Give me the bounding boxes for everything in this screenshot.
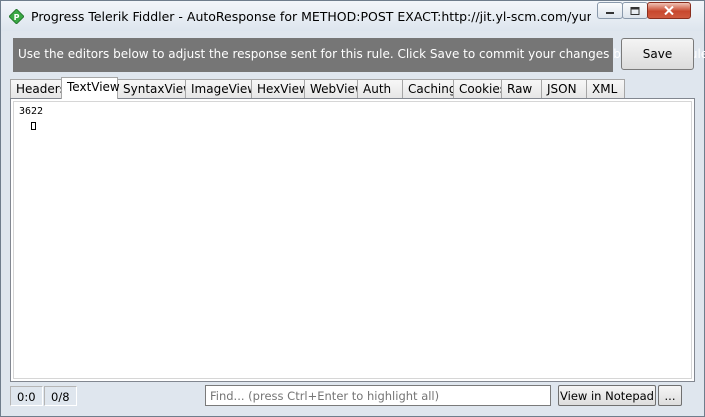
find-input[interactable] (205, 385, 551, 406)
window-title: Progress Telerik Fiddler - AutoResponse … (31, 9, 591, 24)
close-button[interactable] (647, 2, 691, 19)
tab-imageview[interactable]: ImageView (185, 79, 257, 98)
instructions-text: Use the editors below to adjust the resp… (18, 47, 705, 61)
tab-textview[interactable]: TextView (61, 77, 120, 99)
tab-cookies[interactable]: Cookies (453, 79, 506, 98)
more-options-button[interactable]: ... (658, 385, 682, 406)
save-button[interactable]: Save (621, 38, 694, 70)
autoresponse-editor-window: P Progress Telerik Fiddler - AutoRespons… (0, 0, 705, 417)
close-icon (664, 6, 674, 15)
tab-headers[interactable]: Headers (10, 79, 66, 98)
selection-count: 0/8 (44, 386, 77, 406)
editor-area[interactable]: 3622 (13, 101, 692, 379)
tab-xml[interactable]: XML (586, 79, 625, 98)
cursor-position: 0:0 (10, 386, 43, 406)
svg-text:P: P (14, 13, 20, 22)
tab-syntaxview[interactable]: SyntaxView (117, 79, 193, 98)
maximize-icon (630, 6, 640, 15)
tab-hexview[interactable]: HexView (251, 79, 309, 98)
instructions-banner: Use the editors below to adjust the resp… (13, 38, 705, 72)
minimize-button[interactable] (597, 2, 623, 19)
fiddler-app-icon: P (9, 9, 24, 24)
text-caret (31, 122, 36, 130)
editor-content: 3622 (19, 106, 44, 117)
title-bar[interactable]: P Progress Telerik Fiddler - AutoRespons… (1, 1, 704, 31)
status-bar: 0:0 0/8 View in Notepad ... (10, 384, 697, 407)
tab-webview[interactable]: WebView (304, 79, 365, 98)
view-in-notepad-button[interactable]: View in Notepad (558, 385, 656, 406)
maximize-button[interactable] (622, 2, 648, 19)
tab-raw[interactable]: Raw (501, 79, 542, 98)
tab-json[interactable]: JSON (541, 79, 587, 98)
minimize-icon (606, 11, 614, 14)
tab-caching[interactable]: Caching (402, 79, 457, 98)
tab-auth[interactable]: Auth (357, 79, 403, 98)
text-editor[interactable]: 3622 (10, 98, 695, 382)
caption-buttons (597, 2, 691, 20)
